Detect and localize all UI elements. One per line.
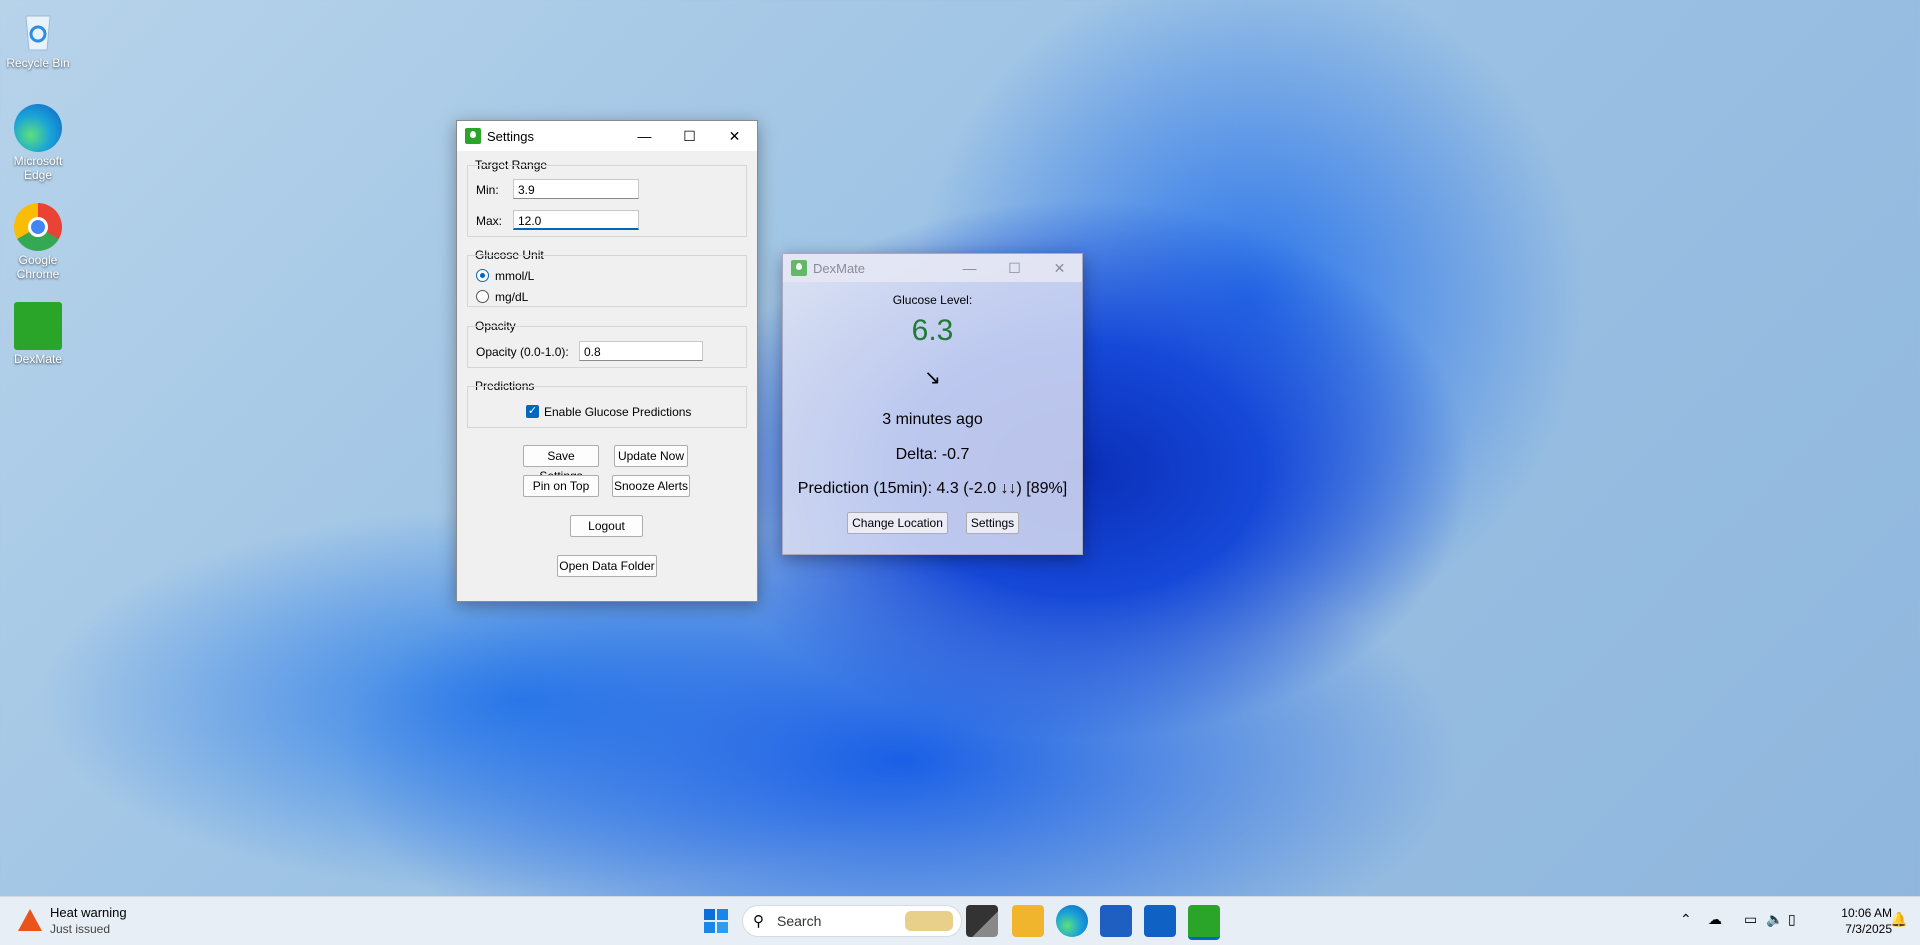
radio-mmol[interactable] — [476, 269, 489, 282]
pin-on-top-button[interactable]: Pin on Top — [523, 475, 599, 497]
max-label: Max: — [476, 214, 503, 228]
change-location-button[interactable]: Change Location — [847, 512, 948, 534]
glucose-value: 6.3 — [911, 314, 954, 347]
search-box[interactable]: ⚲ Search — [742, 905, 962, 937]
window-title: DexMate — [813, 260, 866, 276]
opacity-input[interactable]: 0.8 — [579, 341, 703, 361]
desktop-icon-recycle-bin[interactable]: Recycle Bin — [4, 6, 72, 70]
dexmate-window: DexMate — ☐ ✕ Glucose Level: 6.3 ↘ 3 min… — [782, 253, 1083, 555]
store-icon[interactable] — [1100, 905, 1132, 937]
update-now-button[interactable]: Update Now — [614, 445, 688, 467]
weather-subtitle: Just issued — [50, 922, 111, 936]
window-title: Settings — [487, 128, 534, 144]
snooze-alerts-button[interactable]: Snooze Alerts — [612, 475, 690, 497]
dexmate-taskbar-icon[interactable] — [1188, 905, 1220, 940]
weather-title: Heat warning — [50, 905, 127, 920]
maximize-button[interactable]: ☐ — [992, 254, 1037, 282]
time-ago-text: 3 minutes ago — [882, 411, 983, 428]
min-input[interactable]: 3.9 — [513, 179, 639, 199]
chevron-up-icon[interactable]: ⌃ — [1680, 911, 1692, 928]
desktop-icon-edge[interactable]: Microsoft Edge — [4, 104, 72, 182]
app-icon — [465, 128, 481, 144]
desktop-icon-label: DexMate — [13, 352, 63, 366]
warning-icon — [18, 909, 42, 931]
minimize-button[interactable]: — — [622, 121, 667, 151]
close-button[interactable]: ✕ — [1037, 254, 1082, 282]
onedrive-icon[interactable]: ☁ — [1708, 911, 1722, 928]
opacity-label: Opacity (0.0-1.0): — [476, 345, 569, 359]
clock-date: 7/3/2025 — [1845, 922, 1892, 936]
open-data-folder-button[interactable]: Open Data Folder — [557, 555, 657, 577]
taskbar: Heat warning Just issued ⚲ Search ⌃ ☁ ▭ … — [0, 896, 1920, 945]
dexmate-titlebar[interactable]: DexMate — ☐ ✕ — [783, 254, 1082, 282]
dexmate-settings-button[interactable]: Settings — [966, 512, 1019, 534]
delta-text: Delta: -0.7 — [895, 446, 970, 463]
glucose-level-label: Glucose Level: — [892, 293, 973, 307]
save-settings-button[interactable]: Save Settings — [523, 445, 599, 483]
desktop-icon-chrome[interactable]: Google Chrome — [4, 203, 72, 281]
min-label: Min: — [476, 183, 499, 197]
prediction-text: Prediction (15min): 4.3 (-2.0 ↓↓) [89%] — [797, 480, 1068, 497]
desktop-icon-dexmate[interactable]: DexMate — [4, 302, 72, 366]
desktop-icon-label: Google Chrome — [16, 253, 60, 281]
edge-taskbar-icon[interactable] — [1056, 905, 1088, 937]
radio-mmol-label: mmol/L — [495, 269, 535, 283]
radio-mgdl-label: mg/dL — [495, 290, 529, 304]
search-placeholder: Search — [777, 913, 822, 929]
clock[interactable]: 10:06 AM 7/3/2025 — [1816, 905, 1892, 937]
start-button[interactable] — [704, 909, 728, 933]
volume-icon[interactable]: 🔈 — [1766, 911, 1783, 928]
settings-window: Settings — ☐ ✕ Target Range Min: 3.9 Max… — [456, 120, 758, 602]
maximize-button[interactable]: ☐ — [667, 121, 712, 151]
trend-arrow-icon: ↘ — [924, 367, 941, 389]
outlook-icon[interactable] — [1144, 905, 1176, 937]
network-icon[interactable]: ▭ — [1744, 911, 1757, 928]
notification-icon[interactable]: 🔔 — [1890, 911, 1907, 928]
clock-time: 10:06 AM — [1841, 906, 1892, 920]
minimize-button[interactable]: — — [947, 254, 992, 282]
task-view-icon[interactable] — [966, 905, 998, 937]
recycle-bin-icon — [14, 6, 62, 54]
search-highlight-icon — [905, 911, 953, 931]
chrome-icon — [14, 203, 62, 251]
app-icon — [791, 260, 807, 276]
settings-titlebar[interactable]: Settings — ☐ ✕ — [457, 121, 757, 151]
weather-widget[interactable]: Heat warning Just issued — [14, 905, 134, 937]
predictions-checkbox-label: Enable Glucose Predictions — [544, 405, 692, 419]
edge-icon — [14, 104, 62, 152]
file-explorer-icon[interactable] — [1012, 905, 1044, 937]
logout-button[interactable]: Logout — [570, 515, 643, 537]
desktop-icon-label: Recycle Bin — [6, 56, 70, 70]
predictions-checkbox[interactable]: ✓ — [526, 405, 539, 418]
close-button[interactable]: ✕ — [712, 121, 757, 151]
desktop-icon-label: Microsoft Edge — [13, 154, 63, 182]
battery-icon[interactable]: ▯ — [1788, 911, 1796, 928]
search-icon: ⚲ — [753, 913, 764, 930]
radio-mgdl[interactable] — [476, 290, 489, 303]
dexmate-icon — [14, 302, 62, 350]
max-input[interactable]: 12.0 — [513, 210, 639, 230]
